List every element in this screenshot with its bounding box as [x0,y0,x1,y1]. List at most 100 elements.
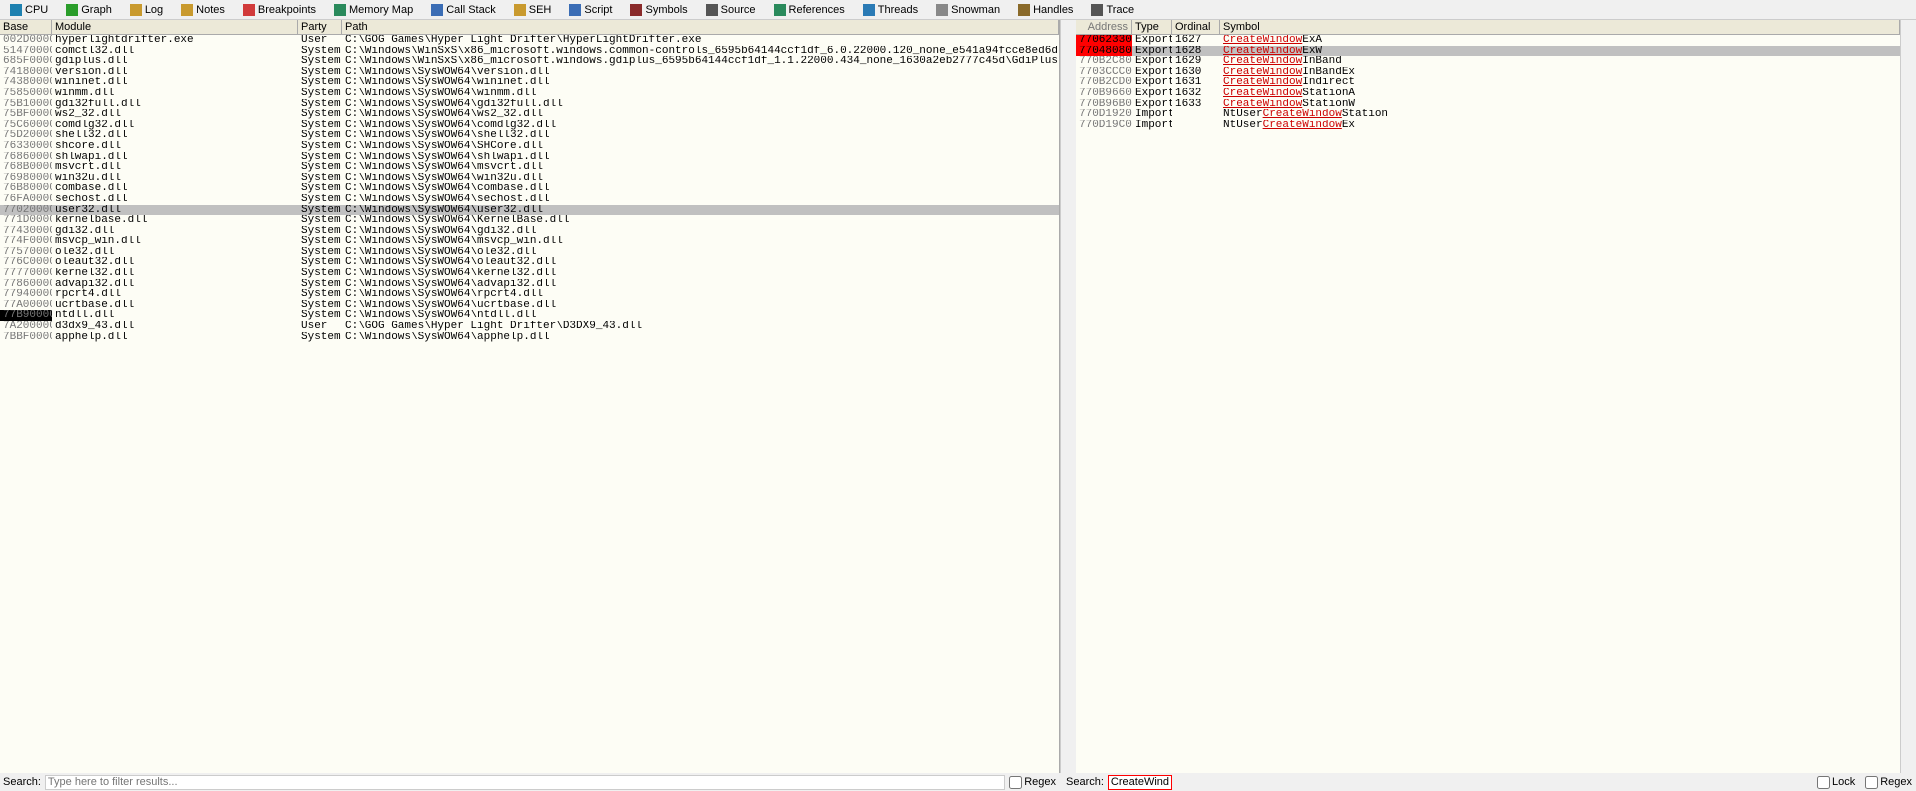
module-path: C:\Windows\SysWOW64\gdi32.dll [342,226,1059,237]
module-row[interactable]: 75B10000gdi32full.dllSystemC:\Windows\Sy… [0,99,1059,110]
modules-filter-input[interactable] [45,775,1005,790]
snowman-tab[interactable]: Snowman [928,3,1008,17]
module-path: C:\GOG Games\Hyper Light Drifter\HyperLi… [342,35,1059,46]
lock-checkbox[interactable]: Lock [1817,776,1855,789]
module-base: 77B90000 [0,310,52,321]
module-row[interactable]: 7A200000d3dx9_43.dllUserC:\GOG Games\Hyp… [0,321,1059,332]
symbol-row[interactable]: 770B9660Export1632CreateWindowStationA [1076,88,1900,99]
module-base: 776C0000 [0,257,52,268]
notes-tab[interactable]: Notes [173,3,233,17]
log-tab-label: Log [145,4,163,16]
module-path: C:\Windows\SysWOW64\apphelp.dll [342,332,1059,343]
module-path: C:\Windows\SysWOW64\shlwapi.dll [342,152,1059,163]
module-path: C:\Windows\SysWOW64\user32.dll [342,205,1059,216]
symbols-list[interactable]: 77062330Export1627CreateWindowExA7704808… [1076,35,1900,773]
module-row[interactable]: 77430000gdi32.dllSystemC:\Windows\SysWOW… [0,226,1059,237]
module-party: System [298,194,342,205]
module-row[interactable]: 76FA0000sechost.dllSystemC:\Windows\SysW… [0,194,1059,205]
module-path: C:\Windows\WinSxS\x86_microsoft.windows.… [342,56,1059,67]
handles-tab[interactable]: Handles [1010,3,1081,17]
regex-checkbox-right[interactable]: Regex [1865,776,1912,789]
graph-tab-icon [66,4,78,16]
module-row[interactable]: 51470000comctl32.dllSystemC:\Windows\Win… [0,46,1059,57]
col-ordinal[interactable]: Ordinal [1172,20,1220,34]
trace-tab[interactable]: Trace [1083,3,1142,17]
module-base: 76FA0000 [0,194,52,205]
symbol-type: Export [1132,35,1172,46]
symbol-type: Export [1132,56,1172,67]
module-row[interactable]: 7BBF0000apphelp.dllSystemC:\Windows\SysW… [0,332,1059,343]
module-row[interactable]: 77860000advapi32.dllSystemC:\Windows\Sys… [0,279,1059,290]
col-base[interactable]: Base [0,20,52,34]
module-party: User [298,35,342,46]
module-row[interactable]: 75BF0000ws2_32.dllSystemC:\Windows\SysWO… [0,109,1059,120]
threads-tab[interactable]: Threads [855,3,926,17]
module-party: System [298,130,342,141]
module-row[interactable]: 76330000shcore.dllSystemC:\Windows\SysWO… [0,141,1059,152]
symbols-scrollbar[interactable] [1900,20,1916,773]
script-tab[interactable]: Script [561,3,620,17]
symbol-type: Import [1132,109,1172,120]
symbols-search-input[interactable] [1108,775,1172,790]
cpu-tab[interactable]: CPU [2,3,56,17]
module-name: advapi32.dll [52,279,298,290]
module-row[interactable]: 77570000ole32.dllSystemC:\Windows\SysWOW… [0,247,1059,258]
module-row[interactable]: 77940000rpcrt4.dllSystemC:\Windows\SysWO… [0,289,1059,300]
symbol-row[interactable]: 770B96B0Export1633CreateWindowStationW [1076,99,1900,110]
module-row[interactable]: 77B90000ntdll.dllSystemC:\Windows\SysWOW… [0,310,1059,321]
symbols-tab[interactable]: Symbols [622,3,695,17]
symbol-type: Export [1132,46,1172,57]
symbol-row[interactable]: 77062330Export1627CreateWindowExA [1076,35,1900,46]
col-address[interactable]: Address [1076,20,1132,34]
symbol-row[interactable]: 770B2C80Export1629CreateWindowInBand [1076,56,1900,67]
symbol-type: Import [1132,120,1172,131]
module-row[interactable]: 74180000version.dllSystemC:\Windows\SysW… [0,67,1059,78]
module-row[interactable]: 77020000user32.dllSystemC:\Windows\SysWO… [0,205,1059,216]
module-row[interactable]: 75850000winmm.dllSystemC:\Windows\SysWOW… [0,88,1059,99]
module-base: 77570000 [0,247,52,258]
module-row[interactable]: 74380000wininet.dllSystemC:\Windows\SysW… [0,77,1059,88]
col-type[interactable]: Type [1132,20,1172,34]
module-row[interactable]: 76B80000combase.dllSystemC:\Windows\SysW… [0,183,1059,194]
memorymap-tab-icon [334,4,346,16]
log-tab[interactable]: Log [122,3,171,17]
source-tab[interactable]: Source [698,3,764,17]
col-party[interactable]: Party [298,20,342,34]
module-row[interactable]: 76980000win32u.dllSystemC:\Windows\SysWO… [0,173,1059,184]
symbol-row[interactable]: 77048080Export1628CreateWindowExW [1076,46,1900,57]
symbol-row[interactable]: 770B2CD0Export1631CreateWindowIndirect [1076,77,1900,88]
modules-scrollbar[interactable] [1060,20,1076,773]
col-symbol[interactable]: Symbol [1220,20,1900,34]
module-name: shlwapi.dll [52,152,298,163]
module-base: 774F0000 [0,236,52,247]
breakpoints-tab[interactable]: Breakpoints [235,3,324,17]
handles-tab-icon [1018,4,1030,16]
seh-tab-icon [514,4,526,16]
col-path[interactable]: Path [342,20,1059,34]
module-row[interactable]: 771D0000kernelbase.dllSystemC:\Windows\S… [0,215,1059,226]
seh-tab[interactable]: SEH [506,3,560,17]
module-row[interactable]: 685F0000gdiplus.dllSystemC:\Windows\WinS… [0,56,1059,67]
symbol-type: Export [1132,67,1172,78]
module-row[interactable]: 77770000kernel32.dllSystemC:\Windows\Sys… [0,268,1059,279]
module-row[interactable]: 774F0000msvcp_win.dllSystemC:\Windows\Sy… [0,236,1059,247]
module-row[interactable]: 002D0000hyperlightdrifter.exeUserC:\GOG … [0,35,1059,46]
memorymap-tab[interactable]: Memory Map [326,3,421,17]
modules-list[interactable]: 002D0000hyperlightdrifter.exeUserC:\GOG … [0,35,1059,773]
module-row[interactable]: 768B0000msvcrt.dllSystemC:\Windows\SysWO… [0,162,1059,173]
symbol-row[interactable]: 770D19C0ImportNtUserCreateWindowEx [1076,120,1900,131]
module-row[interactable]: 75D20000shell32.dllSystemC:\Windows\SysW… [0,130,1059,141]
col-module[interactable]: Module [52,20,298,34]
graph-tab[interactable]: Graph [58,3,120,17]
module-base: 74380000 [0,77,52,88]
callstack-tab[interactable]: Call Stack [423,3,504,17]
module-row[interactable]: 776C0000oleaut32.dllSystemC:\Windows\Sys… [0,257,1059,268]
references-tab[interactable]: References [766,3,853,17]
symbol-name: CreateWindowExW [1220,46,1900,57]
regex-checkbox-left[interactable]: Regex [1009,776,1056,789]
module-row[interactable]: 77A00000ucrtbase.dllSystemC:\Windows\Sys… [0,300,1059,311]
symbol-row[interactable]: 770D1920ImportNtUserCreateWindowStation [1076,109,1900,120]
module-row[interactable]: 76860000shlwapi.dllSystemC:\Windows\SysW… [0,152,1059,163]
symbol-row[interactable]: 7703CCC0Export1630CreateWindowInBandEx [1076,67,1900,78]
module-row[interactable]: 75C60000comdlg32.dllSystemC:\Windows\Sys… [0,120,1059,131]
